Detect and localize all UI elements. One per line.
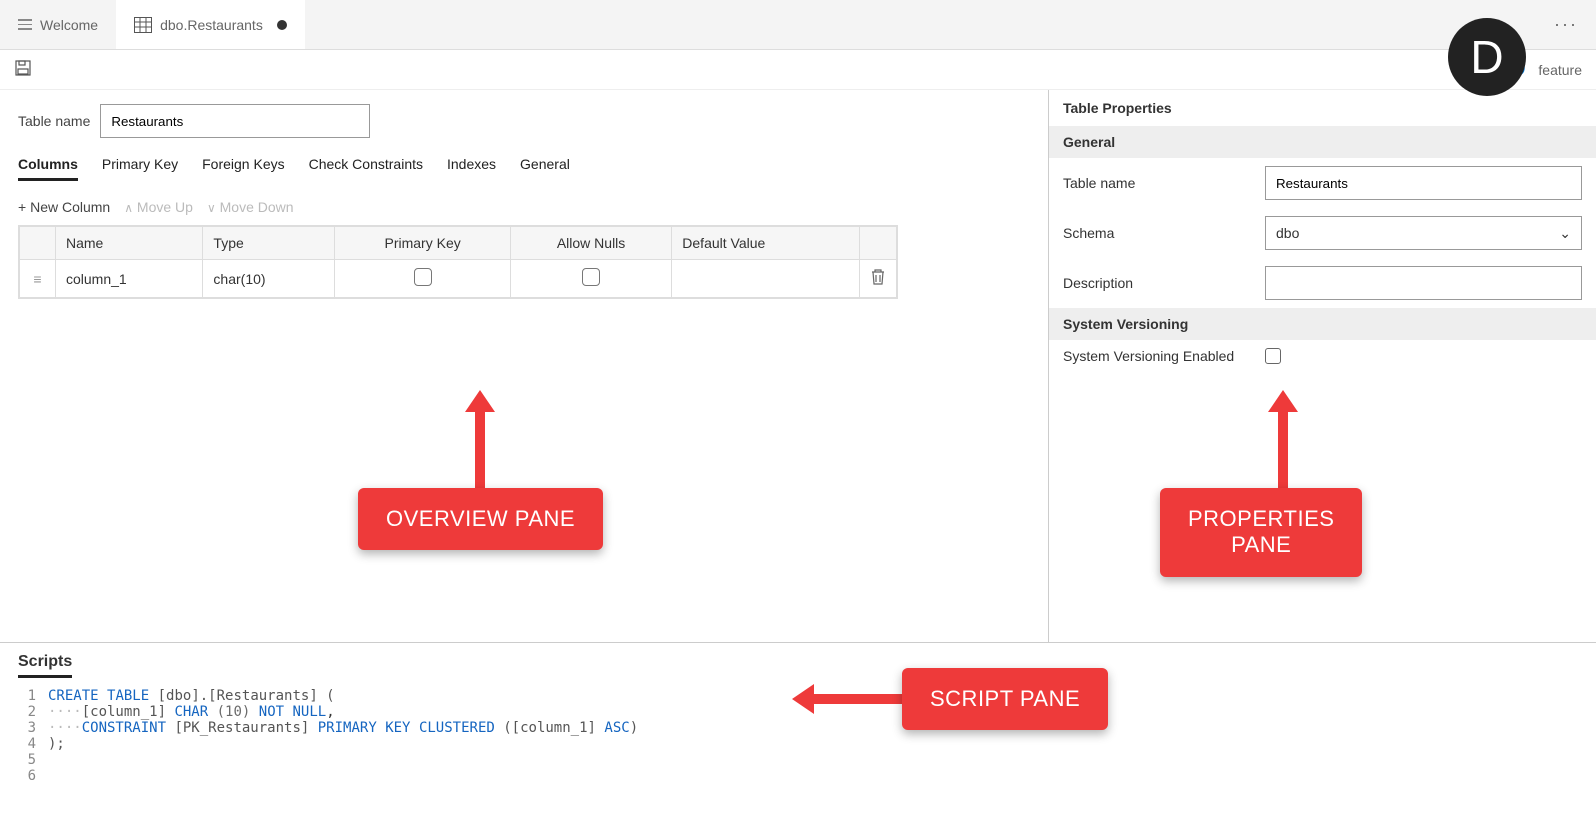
col-header-default: Default Value bbox=[672, 227, 860, 260]
tab-check-constraints[interactable]: Check Constraints bbox=[309, 156, 423, 181]
cell-name[interactable]: column_1 bbox=[56, 260, 203, 298]
col-header-type: Type bbox=[203, 227, 335, 260]
move-down-button[interactable]: ∨ Move Down bbox=[207, 199, 294, 215]
table-icon bbox=[134, 17, 152, 33]
chevron-down-icon: ⌄ bbox=[1559, 225, 1571, 242]
nulls-checkbox[interactable] bbox=[582, 268, 600, 286]
designer-toolbar: feature bbox=[0, 50, 1596, 90]
script-pane: Scripts 1CREATE TABLE [dbo].[Restaurants… bbox=[0, 642, 1596, 832]
arrow-properties bbox=[1268, 390, 1298, 490]
col-header-name: Name bbox=[56, 227, 203, 260]
cell-default[interactable] bbox=[672, 260, 860, 298]
properties-section-general: General bbox=[1049, 126, 1596, 158]
avatar[interactable]: D bbox=[1448, 18, 1526, 96]
properties-section-sysver: System Versioning bbox=[1049, 308, 1596, 340]
properties-title: Table Properties bbox=[1049, 90, 1596, 126]
tab-label: Welcome bbox=[40, 17, 98, 33]
tab-primary-key[interactable]: Primary Key bbox=[102, 156, 178, 181]
sysver-checkbox[interactable] bbox=[1265, 348, 1281, 364]
tab-overflow-button[interactable]: ··· bbox=[1536, 14, 1596, 35]
avatar-letter: D bbox=[1470, 30, 1503, 84]
delete-row-button[interactable] bbox=[860, 260, 897, 298]
tab-general[interactable]: General bbox=[520, 156, 570, 181]
table-name-label: Table name bbox=[18, 113, 90, 129]
tab-welcome[interactable]: Welcome bbox=[0, 0, 116, 49]
callout-properties: PROPERTIESPANE bbox=[1160, 488, 1362, 577]
unsaved-indicator-icon bbox=[277, 20, 287, 30]
tab-columns[interactable]: Columns bbox=[18, 156, 78, 181]
save-icon[interactable] bbox=[14, 59, 32, 80]
feature-label: feature bbox=[1538, 62, 1582, 78]
editor-tab-bar: Welcome dbo.Restaurants ··· bbox=[0, 0, 1596, 50]
arrow-overview bbox=[465, 390, 495, 490]
scripts-title: Scripts bbox=[18, 653, 72, 678]
col-header-nulls: Allow Nulls bbox=[510, 227, 671, 260]
tab-foreign-keys[interactable]: Foreign Keys bbox=[202, 156, 284, 181]
prop-sysver-label: System Versioning Enabled bbox=[1063, 348, 1253, 364]
table-name-input[interactable] bbox=[100, 104, 370, 138]
overview-pane: Table name Columns Primary Key Foreign K… bbox=[0, 90, 1048, 642]
prop-description-label: Description bbox=[1063, 275, 1253, 291]
drag-handle-icon[interactable]: ≡ bbox=[20, 260, 56, 298]
callout-overview: OVERVIEW PANE bbox=[358, 488, 603, 550]
designer-tabs: Columns Primary Key Foreign Keys Check C… bbox=[18, 156, 1030, 181]
tab-current[interactable]: dbo.Restaurants bbox=[116, 0, 305, 49]
col-header-pk: Primary Key bbox=[335, 227, 510, 260]
column-actions: + New Column ∧ Move Up ∨ Move Down bbox=[18, 199, 1030, 215]
pk-checkbox[interactable] bbox=[414, 268, 432, 286]
tab-label: dbo.Restaurants bbox=[160, 17, 263, 33]
move-up-button[interactable]: ∧ Move Up bbox=[124, 199, 193, 215]
prop-table-name-input[interactable] bbox=[1265, 166, 1582, 200]
menu-icon bbox=[18, 19, 32, 30]
new-column-button[interactable]: + New Column bbox=[18, 199, 110, 215]
callout-script: SCRIPT PANE bbox=[902, 668, 1108, 730]
prop-schema-select[interactable]: dbo ⌄ bbox=[1265, 216, 1582, 250]
prop-description-input[interactable] bbox=[1265, 266, 1582, 300]
table-row[interactable]: ≡ column_1 char(10) bbox=[20, 260, 897, 298]
arrow-script bbox=[792, 684, 902, 717]
cell-type[interactable]: char(10) bbox=[203, 260, 335, 298]
prop-schema-label: Schema bbox=[1063, 225, 1253, 241]
tab-indexes[interactable]: Indexes bbox=[447, 156, 496, 181]
prop-table-name-label: Table name bbox=[1063, 175, 1253, 191]
columns-grid: Name Type Primary Key Allow Nulls Defaul… bbox=[18, 225, 898, 299]
